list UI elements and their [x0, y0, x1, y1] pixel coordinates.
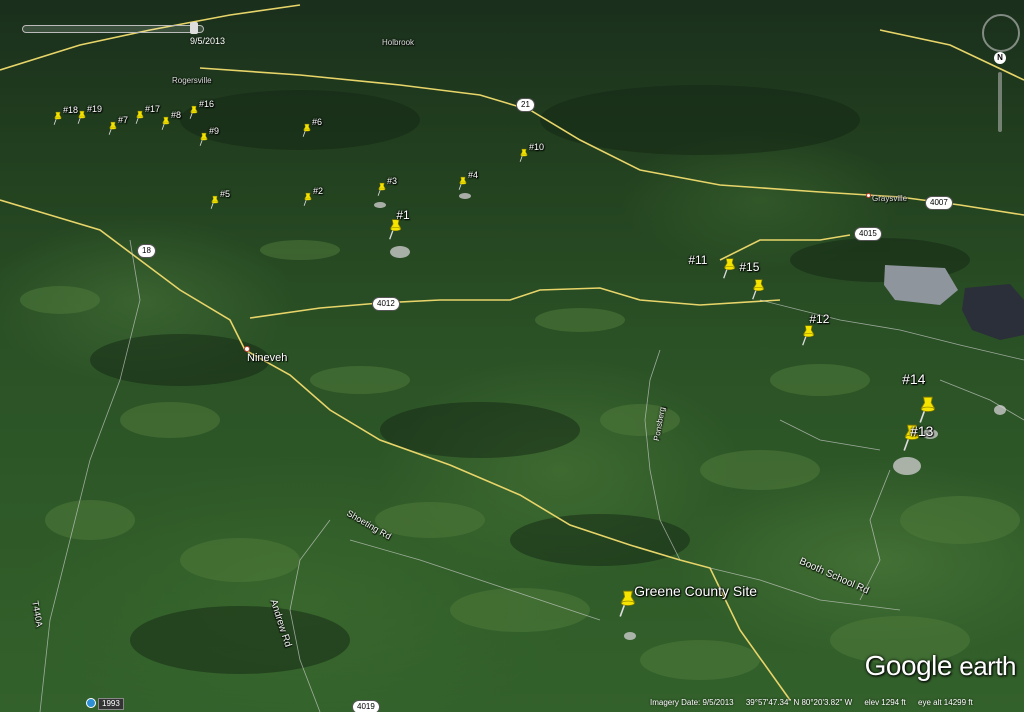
pushpin-icon: [302, 123, 311, 137]
placemark-p6[interactable]: #6: [302, 117, 322, 137]
reservoir: [884, 265, 1024, 340]
placemark-label: #9: [209, 125, 220, 136]
placemark-p5[interactable]: #5: [210, 189, 230, 209]
town-label-holbrook: Holbrook: [382, 38, 415, 47]
placemark-p11[interactable]: #11: [688, 253, 737, 279]
placemark-p16[interactable]: #16: [189, 99, 214, 119]
compass-ring-icon[interactable]: [982, 14, 1020, 52]
placemark-label: #14: [902, 371, 926, 388]
logo-earth: earth: [959, 651, 1016, 681]
placemark-p1[interactable]: #1: [388, 208, 410, 240]
placemark-label: #16: [199, 98, 215, 109]
map-view[interactable]: 9/5/2013 N Nineveh Graysville Rogersvill…: [0, 0, 1024, 712]
pushpin-icon: [752, 279, 765, 300]
north-indicator[interactable]: N: [994, 52, 1006, 64]
status-bar: Imagery Date: 9/5/2013 39°57'47.34" N 80…: [650, 698, 1024, 712]
placemark-p10[interactable]: #10: [519, 142, 544, 162]
placemark-label: #6: [312, 116, 323, 127]
town-label-nineveh: Nineveh: [247, 352, 288, 364]
pushpin-icon: [53, 111, 62, 125]
route-shield: 4019: [352, 700, 380, 712]
placemark-label: #1: [396, 207, 410, 222]
navigation-controls[interactable]: N: [976, 8, 1024, 132]
town-label-graysville: Graysville: [872, 194, 908, 203]
placemark-p15[interactable]: #15: [739, 260, 766, 300]
placemark-p3[interactable]: #3: [377, 176, 397, 196]
placemark-label: #15: [739, 259, 760, 274]
route-shield: 18: [137, 244, 156, 258]
slider-thumb[interactable]: [190, 22, 198, 34]
pushpin-icon: [199, 132, 208, 146]
placemark-p8[interactable]: #8: [161, 110, 181, 130]
pushpin-icon: [723, 258, 736, 279]
eye-altitude-readout: eye alt 14299 ft: [918, 698, 973, 707]
zoom-slider[interactable]: [998, 72, 1002, 132]
placemark-label: #13: [910, 423, 934, 440]
slider-date-label: 9/5/2013: [190, 36, 226, 46]
placemark-label: #7: [118, 114, 129, 125]
pushpin-icon: [135, 110, 144, 124]
slider-track[interactable]: [22, 25, 204, 33]
town-label-rogersville: Rogersville: [172, 76, 212, 85]
route-shield: 4012: [372, 297, 400, 311]
pushpin-icon: [519, 148, 528, 162]
pushpin-icon: [77, 110, 86, 124]
placemark-label: #8: [171, 109, 182, 120]
coordinates-readout: 39°57'47.34" N 80°20'3.82" W: [745, 698, 853, 707]
pushpin-icon: [189, 105, 198, 119]
historical-imagery-slider[interactable]: 9/5/2013: [22, 22, 225, 46]
pushpin-icon: [377, 182, 386, 196]
placemark-p17[interactable]: #17: [135, 104, 160, 124]
placemark-p18[interactable]: #18: [53, 105, 78, 125]
placemark-label: #18: [63, 104, 79, 115]
pushpin-icon: [802, 325, 815, 346]
placemark-label: Greene County Site: [634, 583, 758, 600]
tour-icon[interactable]: [86, 698, 96, 708]
placemark-label: #5: [220, 188, 231, 199]
google-earth-logo: Google earth: [864, 650, 1017, 682]
placemark-label: #17: [145, 103, 161, 114]
placemark-p2[interactable]: #2: [303, 186, 323, 206]
placemark-p4[interactable]: #4: [458, 170, 478, 190]
route-shield: 4015: [854, 227, 882, 241]
pushpin-icon: [108, 121, 117, 135]
pushpin-icon: [458, 176, 467, 190]
placemark-p14[interactable]: #14: [902, 371, 938, 424]
placemark-p19[interactable]: #19: [77, 104, 102, 124]
placemark-label: #4: [468, 169, 479, 180]
placemark-p9[interactable]: #9: [199, 126, 219, 146]
placemark-p13[interactable]: #13: [902, 423, 933, 452]
placemark-p12[interactable]: #12: [801, 312, 829, 346]
placemark-p7[interactable]: #7: [108, 115, 128, 135]
placemark-label: #2: [313, 185, 324, 196]
placemark-label: #12: [809, 311, 830, 326]
town-marker-icon: [866, 193, 871, 198]
placemark-greene[interactable]: Greene County Site: [618, 583, 757, 618]
placemark-label: #11: [688, 252, 708, 267]
elevation-readout: elev 1294 ft: [864, 698, 906, 707]
route-shield: 4007: [925, 196, 953, 210]
placemark-label: #3: [387, 175, 398, 186]
historical-year-badge: 1993: [98, 698, 124, 710]
pushpin-icon: [303, 192, 312, 206]
pushpin-icon: [210, 195, 219, 209]
pushpin-icon: [919, 397, 936, 424]
route-shield: 21: [516, 98, 535, 112]
placemark-label: #10: [529, 141, 545, 152]
imagery-date: Imagery Date: 9/5/2013: [650, 698, 734, 707]
logo-google: Google: [864, 650, 953, 681]
pushpin-icon: [161, 116, 170, 130]
placemark-label: #19: [87, 103, 103, 114]
